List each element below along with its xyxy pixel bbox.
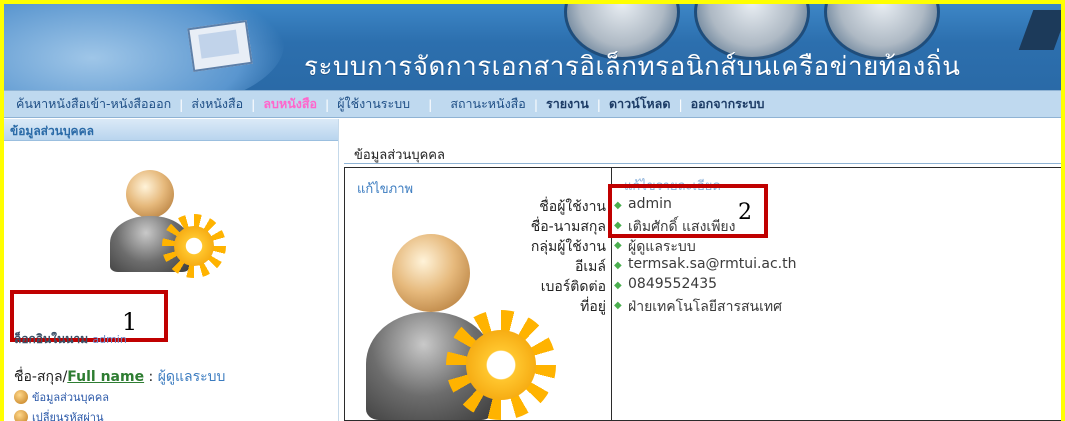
bullet-icon: ◆ xyxy=(614,300,622,311)
fullname-value: ผู้ดูแลระบบ xyxy=(157,369,226,385)
edit-photo-link[interactable]: แก้ไขภาพ xyxy=(357,178,413,199)
nav-separator: | xyxy=(428,96,433,112)
annotation-number-2: 2 xyxy=(738,200,752,225)
sidebar-link-change-password[interactable]: เปลี่ยนรหัสผ่าน xyxy=(14,408,103,421)
fullname-separator: : xyxy=(144,369,158,385)
banner-corner-decoration xyxy=(1018,10,1061,50)
field-label-email: อีเมล์ xyxy=(574,259,606,275)
nav-report[interactable]: รายงาน xyxy=(546,94,589,114)
field-label-group: กลุ่มผู้ใช้งาน xyxy=(530,239,606,255)
bullet-icon: ◆ xyxy=(614,260,622,271)
nav-separator: | xyxy=(179,96,184,112)
nav-download[interactable]: ดาวน์โหลด xyxy=(609,94,670,114)
section-divider xyxy=(344,163,1061,164)
field-label-username: ชื่อผู้ใช้งาน xyxy=(539,199,606,215)
nav-search-documents[interactable]: ค้นหาหนังสือเข้า-หนังสือออก xyxy=(16,94,171,114)
page-frame: ระบบการจัดการเอกสารอิเล็กทรอนิกส์บนเครือ… xyxy=(4,4,1061,421)
key-user-icon xyxy=(14,410,28,421)
field-value-group: ผู้ดูแลระบบ xyxy=(628,239,696,255)
login-as-user: admin xyxy=(92,333,127,346)
field-value-address: ฝ่ายเทคโนโลยีสารสนเทศ xyxy=(628,299,782,315)
bullet-icon: ◆ xyxy=(614,280,622,291)
sidebar-link-label: เปลี่ยนรหัสผ่าน xyxy=(32,411,104,421)
field-value-email: termsak.sa@rmtui.ac.th xyxy=(628,256,797,272)
book-icon xyxy=(187,20,253,72)
sidebar-heading: ข้อมูลส่วนบุคคล xyxy=(4,119,338,141)
site-title: ระบบการจัดการเอกสารอิเล็กทรอนิกส์บนเครือ… xyxy=(304,52,961,82)
nav-separator: | xyxy=(678,96,683,112)
login-as-label: ล็อกอินในนาม xyxy=(14,332,89,346)
user-icon xyxy=(14,390,28,404)
header-banner: ระบบการจัดการเอกสารอิเล็กทรอนิกส์บนเครือ… xyxy=(4,4,1061,90)
sidebar-link-profile[interactable]: ข้อมูลส่วนบุคคล xyxy=(14,388,109,406)
bullet-icon: ◆ xyxy=(614,240,622,251)
user-avatar-icon xyxy=(104,164,264,284)
nav-document-status[interactable]: สถานะหนังสือ xyxy=(450,94,526,114)
sidebar-link-label: ข้อมูลส่วนบุคคล xyxy=(32,391,109,404)
field-label-address: ที่อยู่ xyxy=(580,299,606,315)
fullname-row: ชื่อ-สกุล/Full name : ผู้ดูแลระบบ xyxy=(14,366,225,388)
nav-system-users[interactable]: ผู้ใช้งานระบบ xyxy=(337,94,410,114)
field-value-phone: 0849552435 xyxy=(628,276,718,292)
nav-separator: | xyxy=(251,96,256,112)
nav-separator: | xyxy=(324,96,330,112)
main-nav: ค้นหาหนังสือเข้า-หนังสือออก | ส่งหนังสือ… xyxy=(4,90,1061,118)
fullname-prefix: ชื่อ-สกุล/ xyxy=(14,369,68,385)
nav-separator: | xyxy=(596,96,601,112)
nav-delete-document[interactable]: ลบหนังสือ xyxy=(263,94,317,114)
login-as-text: ล็อกอินในนาม admin xyxy=(14,330,127,349)
field-label-phone: เบอร์ติดต่อ xyxy=(540,279,606,295)
section-title: ข้อมูลส่วนบุคคล xyxy=(354,148,445,163)
nav-send-document[interactable]: ส่งหนังสือ xyxy=(191,94,243,114)
nav-logout[interactable]: ออกจากระบบ xyxy=(691,94,765,114)
nav-separator: | xyxy=(533,96,539,112)
fullname-link[interactable]: Full name xyxy=(67,369,144,385)
field-label-fullname: ชื่อ-นามสกุล xyxy=(530,219,606,235)
